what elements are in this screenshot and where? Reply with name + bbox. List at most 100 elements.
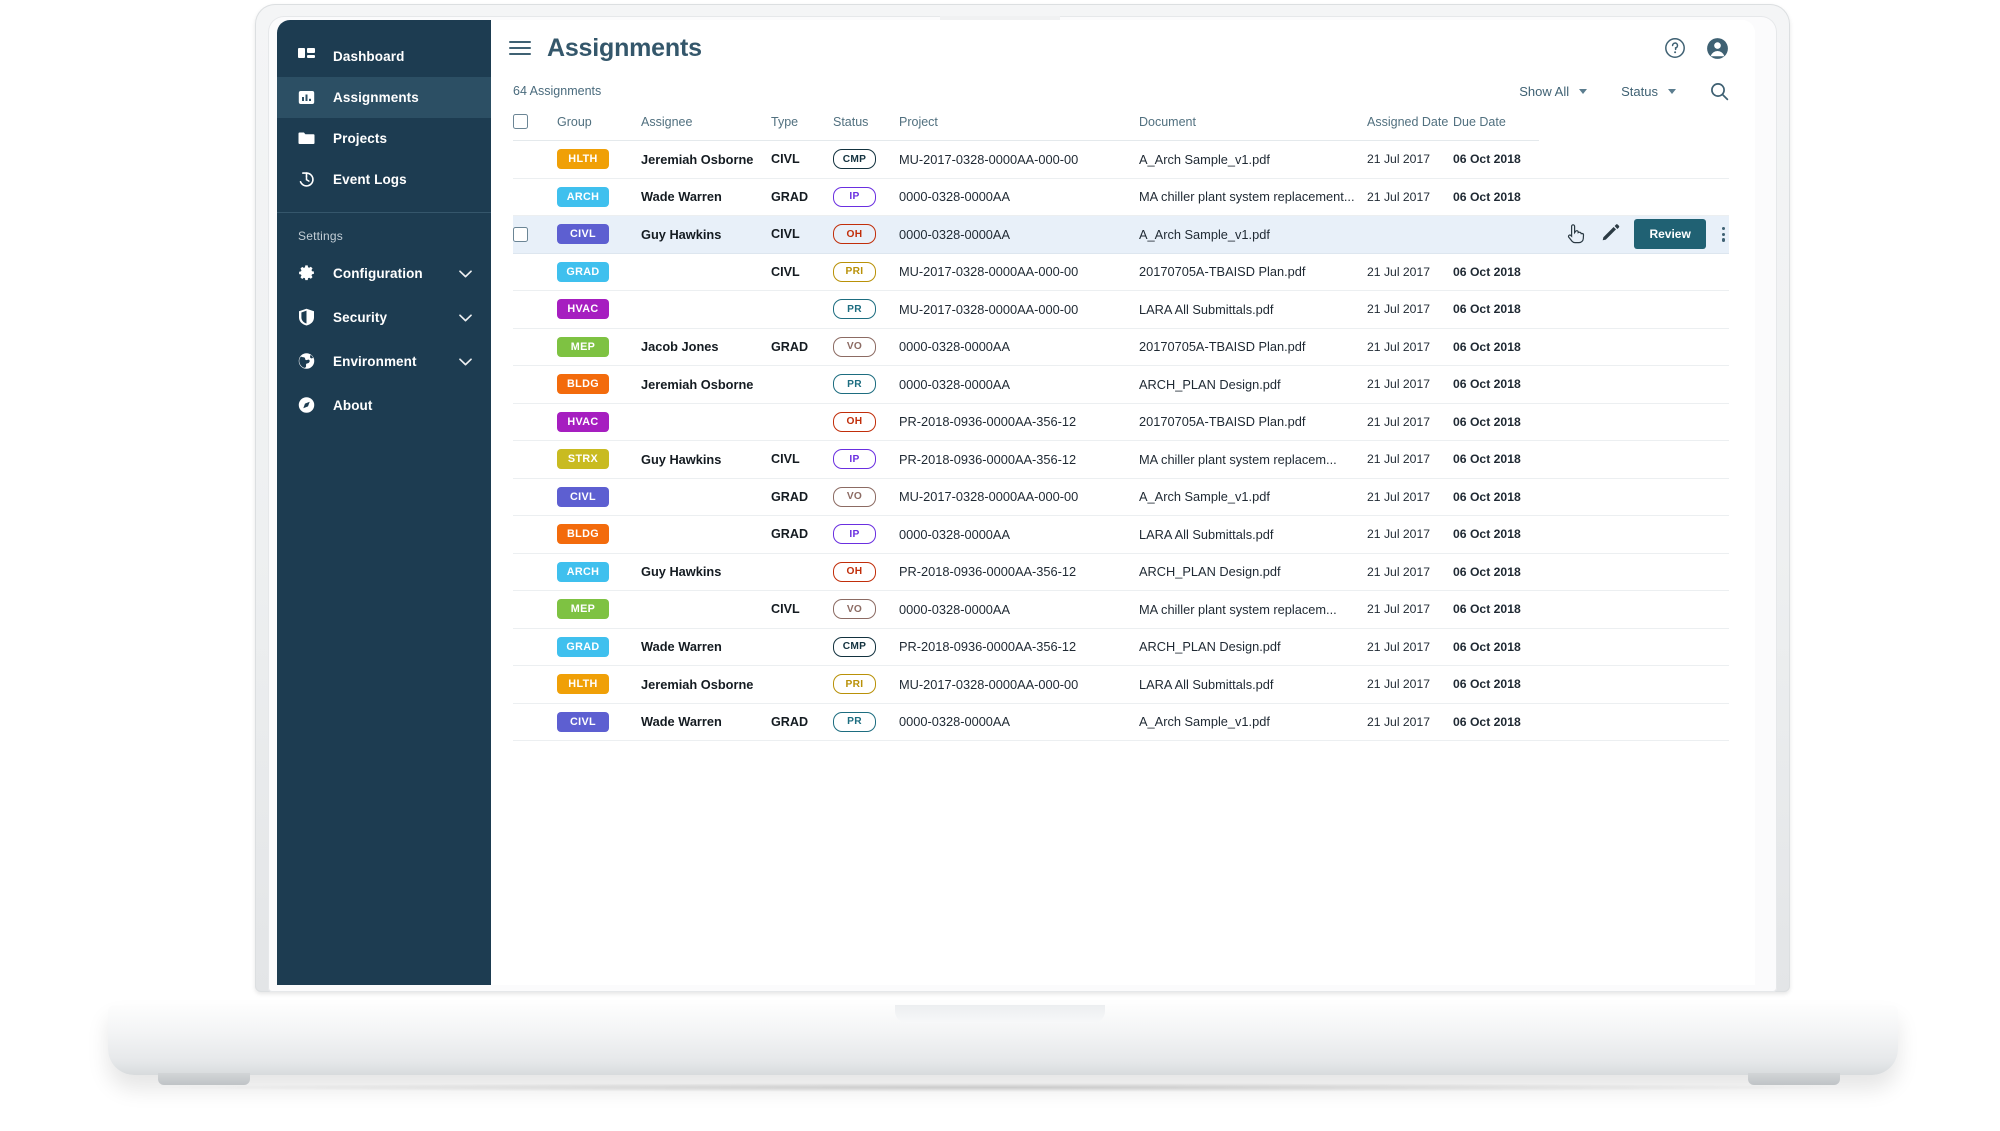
cell-select [513, 703, 557, 741]
table-row[interactable]: CIVL GRAD VO MU-2017-0328-0000AA-000-00 A_Ar… [513, 478, 1729, 516]
show-all-label: Show All [1519, 83, 1570, 99]
chevron-down-icon [459, 354, 472, 369]
status-badge: VO [833, 599, 876, 620]
cell-document: ARCH_PLAN Design.pdf [1139, 639, 1281, 655]
group-badge: CIVL [557, 711, 609, 732]
sidebar-item-about[interactable]: About [277, 383, 491, 427]
sidebar-item-environment[interactable]: Environment [277, 339, 491, 383]
show-all-dropdown[interactable]: Show All [1519, 83, 1588, 99]
main-content: Assignments 64 Assignments Show All Stat… [491, 20, 1755, 985]
column-header-due-date[interactable]: Due Date [1453, 106, 1539, 141]
table-row[interactable]: HLTH Jeremiah Osborne PRI MU-2017-0328-0000… [513, 666, 1729, 704]
table-row[interactable]: BLDG GRAD IP 0000-0328-0000AA LARA All Submi… [513, 516, 1729, 554]
gear-icon [298, 265, 315, 282]
cell-due-date: 06 Oct 2018 [1453, 564, 1521, 579]
status-badge: IP [833, 449, 876, 470]
select-all-checkbox[interactable] [513, 114, 528, 129]
table-row[interactable]: GRAD CIVL PRI MU-2017-0328-0000AA-000-00 201… [513, 253, 1729, 291]
cell-select [513, 478, 557, 516]
table-row[interactable]: ARCH Wade Warren GRAD IP 0000-0328-0000AA MA … [513, 178, 1729, 216]
sidebar-item-configuration[interactable]: Configuration [277, 251, 491, 295]
sidebar: Dashboard Assignments Projects Event Log… [277, 20, 491, 985]
cell-document: MA chiller plant system replacem... [1139, 451, 1337, 467]
column-header-group[interactable]: Group [557, 106, 641, 141]
sidebar-item-label: Dashboard [333, 49, 405, 64]
cell-group: ARCH [557, 178, 641, 216]
hamburger-icon[interactable] [509, 37, 531, 59]
laptop-shadow [150, 1083, 1850, 1092]
table-row[interactable]: MEP CIVL VO 0000-0328-0000AA MA chiller plan… [513, 591, 1729, 629]
sidebar-item-assignments[interactable]: Assignments [277, 77, 491, 118]
table-row[interactable]: HVAC PR MU-2017-0328-0000AA-000-00 LARA All… [513, 291, 1729, 329]
column-header-project[interactable]: Project [899, 106, 1139, 141]
help-circle-icon[interactable] [1664, 37, 1686, 59]
sidebar-item-label: Event Logs [333, 172, 407, 187]
cell-document: ARCH_PLAN Design.pdf [1139, 376, 1281, 392]
cell-type: CIVL [771, 264, 800, 279]
cell-assigned-date: 21 Jul 2017 [1367, 302, 1431, 317]
table-row[interactable]: CIVL Wade Warren GRAD PR 0000-0328-0000AA A_A… [513, 703, 1729, 741]
screen-viewport: Dashboard Assignments Projects Event Log… [277, 20, 1755, 985]
status-badge: PR [833, 299, 876, 320]
table-row[interactable]: BLDG Jeremiah Osborne PR 0000-0328-0000AA AR… [513, 366, 1729, 404]
group-badge: STRX [557, 449, 609, 470]
chevron-down-icon [459, 266, 472, 281]
column-header-document[interactable]: Document [1139, 106, 1367, 141]
sidebar-item-security[interactable]: Security [277, 295, 491, 339]
sidebar-item-event-logs[interactable]: Event Logs [277, 159, 491, 200]
cell-document: MA chiller plant system replacem... [1139, 601, 1337, 617]
status-badge: PR [833, 711, 876, 732]
cell-type: CIVL [771, 452, 800, 467]
group-badge: MEP [557, 599, 609, 620]
account-circle-icon[interactable] [1706, 37, 1729, 60]
column-header-type[interactable]: Type [771, 106, 833, 141]
cell-assignee: Wade Warren [641, 189, 722, 205]
status-badge: PRI [833, 261, 876, 282]
search-icon[interactable] [1710, 82, 1729, 101]
cell-assignee [641, 291, 771, 329]
cell-status: PRI [833, 666, 899, 704]
cell-project: 0000-0328-0000AA [899, 714, 1010, 730]
cell-type: CIVL [771, 152, 800, 167]
column-header-assigned-date[interactable]: Assigned Date [1367, 106, 1453, 141]
table-row[interactable]: MEP Jacob Jones GRAD VO 0000-0328-0000AA 2017… [513, 328, 1729, 366]
group-badge: HVAC [557, 299, 609, 320]
row-checkbox[interactable] [513, 226, 528, 242]
sidebar-item-projects[interactable]: Projects [277, 118, 491, 159]
table-row[interactable]: ARCH Guy Hawkins OH PR-2018-0936-0000AA-356… [513, 553, 1729, 591]
status-dropdown[interactable]: Status [1621, 84, 1676, 99]
table-row[interactable]: CIVL Guy Hawkins CIVL OH 0000-0328-0000AA A_A… [513, 215, 1729, 253]
cell-select [513, 253, 557, 291]
cell-group: MEP [557, 591, 641, 629]
column-header-assignee[interactable]: Assignee [641, 106, 771, 141]
column-header-status[interactable]: Status [833, 106, 899, 141]
cell-assignee: Jacob Jones [641, 339, 719, 355]
cell-assignee: Wade Warren [641, 639, 722, 655]
cell-select [513, 516, 557, 554]
cell-type: CIVL [771, 602, 800, 617]
laptop-base-notch [895, 1005, 1105, 1023]
sidebar-item-label: Assignments [333, 90, 419, 105]
cell-project: 0000-0328-0000AA [899, 526, 1010, 542]
table-row[interactable]: STRX Guy Hawkins CIVL IP PR-2018-0936-0000AA… [513, 441, 1729, 478]
sidebar-item-dashboard[interactable]: Dashboard [277, 36, 491, 77]
cell-assignee: Jeremiah Osborne [641, 676, 754, 692]
group-badge: HLTH [557, 149, 609, 170]
pointer-cursor-icon [1565, 223, 1587, 245]
kebab-menu-icon[interactable] [1720, 225, 1727, 244]
group-badge: HLTH [557, 674, 609, 695]
status-badge: VO [833, 336, 876, 357]
cell-assignee [641, 591, 771, 629]
pencil-icon[interactable] [1601, 223, 1620, 245]
assignments-table-container: Group Assignee Type Status Project Docum… [491, 106, 1755, 985]
sidebar-item-label: About [333, 397, 373, 413]
cell-document: A_Arch Sample_v1.pdf [1139, 489, 1270, 505]
table-row[interactable]: HVAC OH PR-2018-0936-0000AA-356-12 20170705… [513, 403, 1729, 441]
review-button[interactable]: Review [1634, 219, 1706, 250]
table-row[interactable]: GRAD Wade Warren CMP PR-2018-0936-0000AA-35… [513, 628, 1729, 666]
group-badge: ARCH [557, 561, 609, 582]
cell-type [771, 366, 833, 404]
table-row[interactable]: HLTH Jeremiah Osborne CIVL CMP MU-2017-0328-… [513, 141, 1729, 178]
cell-assigned-date: 21 Jul 2017 [1367, 339, 1431, 354]
cell-due-date: 06 Oct 2018 [1453, 264, 1521, 279]
